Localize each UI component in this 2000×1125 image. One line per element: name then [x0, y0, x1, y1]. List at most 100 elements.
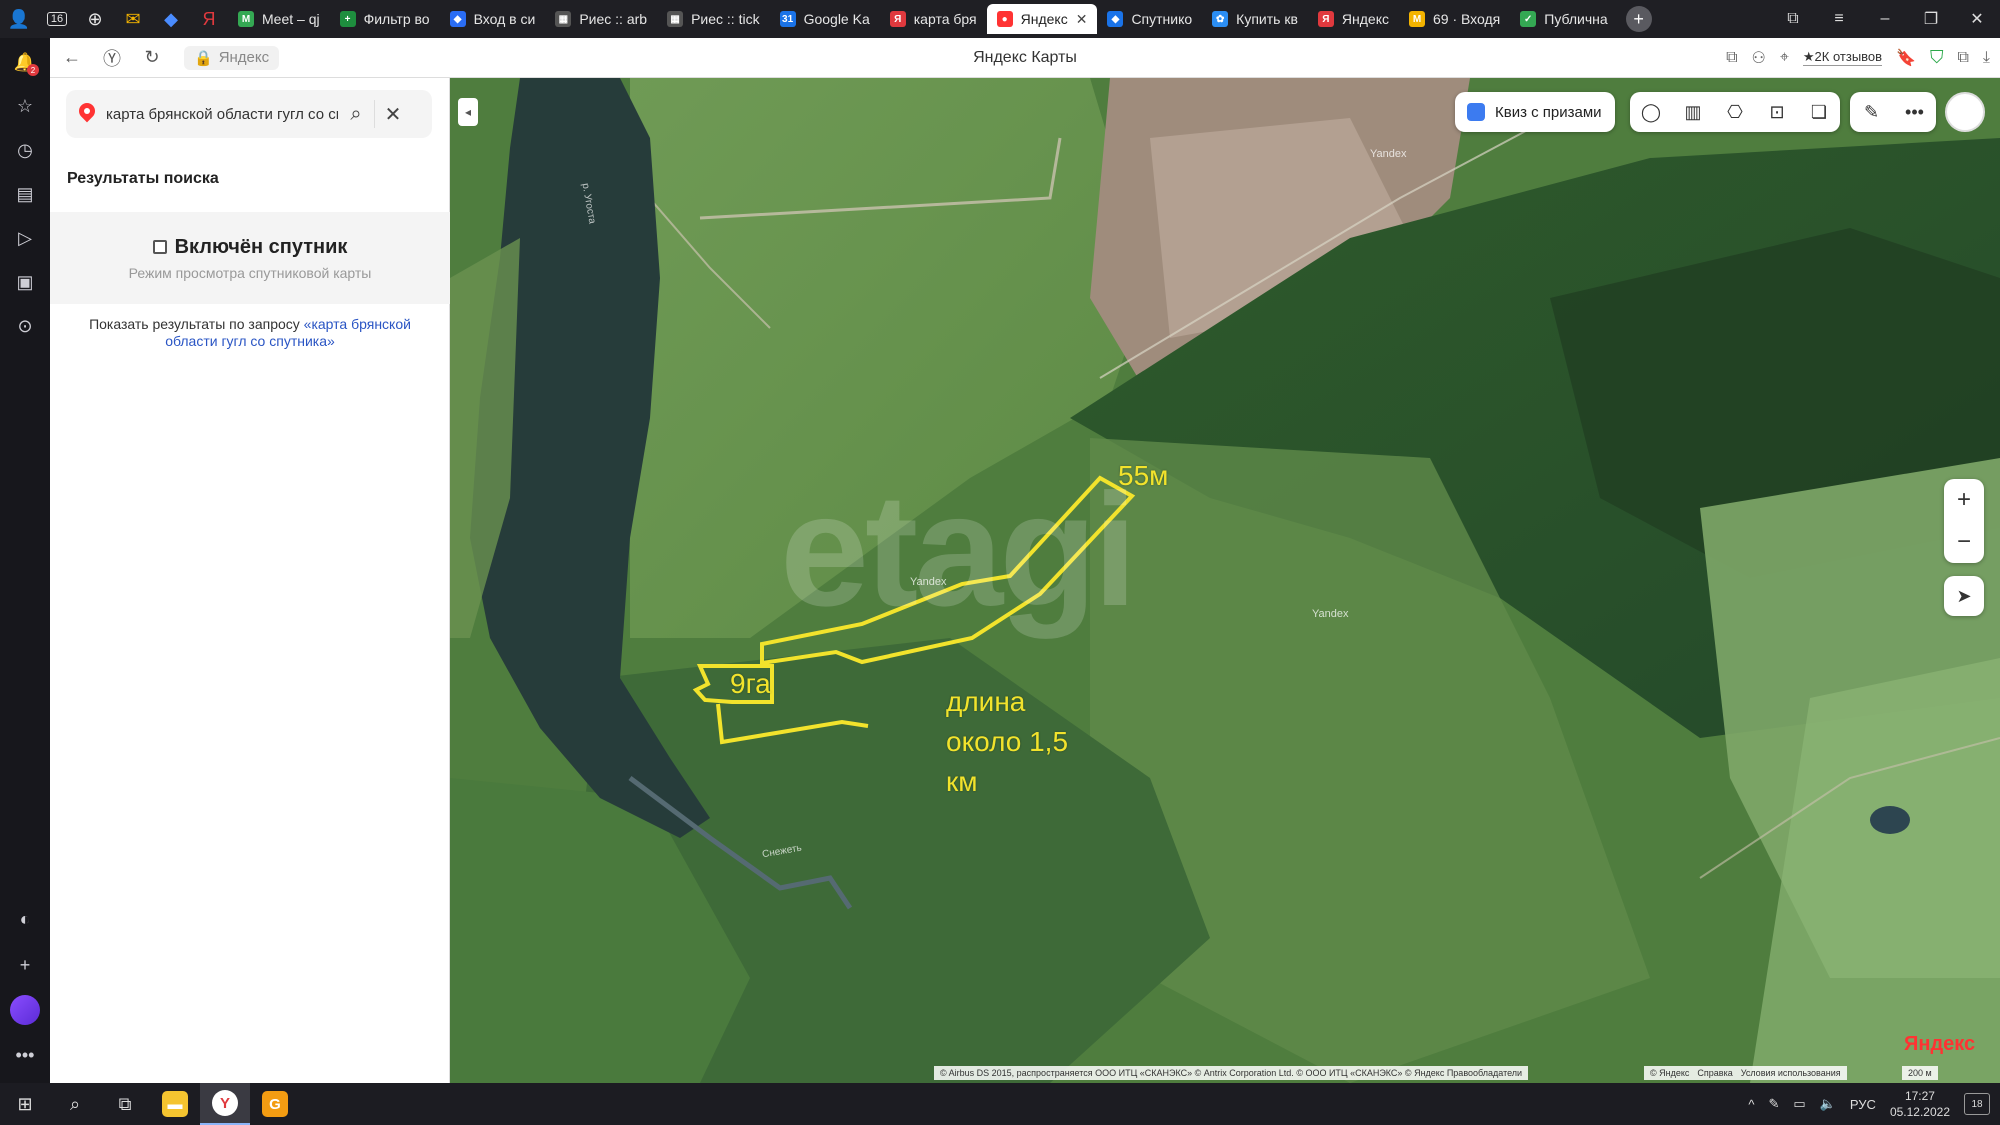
- restore-button[interactable]: ❐: [1908, 0, 1954, 38]
- play-icon[interactable]: ▷: [9, 222, 41, 254]
- browser-tab[interactable]: ▦ Риес :: arb: [545, 4, 657, 34]
- tab-label: Яндекс: [1020, 11, 1068, 27]
- download-icon[interactable]: ⤓: [1983, 49, 1990, 67]
- close-window-button[interactable]: ✕: [1954, 0, 2000, 38]
- tab-counter[interactable]: 16: [38, 0, 76, 38]
- bookmark-icon[interactable]: 🔖: [1896, 48, 1916, 68]
- clear-search-button[interactable]: ✕: [375, 96, 411, 132]
- notifications-button[interactable]: 18: [1964, 1093, 1990, 1115]
- browser-tab[interactable]: Якарта бря: [880, 4, 987, 34]
- globe-icon[interactable]: ◯: [1639, 100, 1663, 124]
- bookmarks-icon[interactable]: ⧉: [1770, 0, 1816, 38]
- browser-tab[interactable]: ◆ Вход в си: [440, 4, 546, 34]
- language-indicator[interactable]: РУС: [1850, 1097, 1876, 1112]
- screenshot-icon[interactable]: ⊙: [9, 310, 41, 342]
- network-icon[interactable]: ▭: [1793, 1096, 1805, 1112]
- location-icon[interactable]: ⌖: [1780, 49, 1789, 67]
- more-icon[interactable]: •••: [1903, 100, 1927, 124]
- tab-favicon-icon: ◆: [449, 11, 466, 27]
- reload-button[interactable]: ↻: [134, 40, 170, 76]
- extension-icon[interactable]: ⚇: [1752, 48, 1766, 68]
- clock[interactable]: 17:27 05.12.2022: [1890, 1088, 1950, 1120]
- collections-icon[interactable]: ⧉: [1957, 49, 1968, 67]
- back-button[interactable]: ←: [54, 40, 90, 76]
- user-avatar[interactable]: [1945, 92, 1985, 132]
- tab-favicon-icon: ●: [996, 11, 1013, 27]
- zoom-in-button[interactable]: +: [1944, 479, 1984, 521]
- browser-tab[interactable]: M 69 · Входя: [1399, 4, 1510, 34]
- tab-label: Meet – qj: [262, 11, 320, 27]
- pen-icon[interactable]: ✎: [1769, 1096, 1780, 1112]
- windows-start-icon[interactable]: ⊞: [0, 1083, 50, 1125]
- add-icon[interactable]: +: [9, 949, 41, 981]
- task-view-icon[interactable]: ⧉: [100, 1083, 150, 1125]
- browser-tab[interactable]: Я Яндекс: [1308, 4, 1399, 34]
- shield-tab-icon[interactable]: ◆: [152, 0, 190, 38]
- translate-icon[interactable]: ⧉: [1726, 49, 1737, 67]
- history-icon[interactable]: ◷: [9, 134, 41, 166]
- search-icon[interactable]: ⌕: [50, 1083, 100, 1125]
- browser-tab[interactable]: ● Яндекс ✕: [986, 4, 1098, 34]
- gmail-tab-icon[interactable]: ✉: [114, 0, 152, 38]
- yandex-watermark: Yandex: [1370, 148, 1407, 160]
- browser-tab[interactable]: + Фильтр во: [330, 4, 440, 34]
- new-tab-button[interactable]: +: [1625, 6, 1652, 32]
- site-chip[interactable]: 🔒 Яндекс: [184, 45, 280, 70]
- browser-tab[interactable]: 31 Google Ka: [770, 4, 880, 34]
- camera-icon[interactable]: ⎔: [1723, 100, 1747, 124]
- reviews-link[interactable]: ★2К отзывов: [1802, 49, 1883, 66]
- tab-label: Вход в си: [473, 11, 536, 27]
- tab-favicon-icon: Я: [889, 11, 906, 27]
- tray-chevron-icon[interactable]: ^: [1748, 1097, 1754, 1112]
- yandex-browser-app[interactable]: Y: [200, 1083, 250, 1125]
- zoom-out-button[interactable]: −: [1944, 521, 1984, 563]
- close-tab-icon[interactable]: ✕: [1076, 11, 1088, 28]
- terms-link[interactable]: Условия использования: [1741, 1068, 1841, 1078]
- new-tab-group-icon[interactable]: ⊕: [76, 0, 114, 38]
- more-icon[interactable]: •••: [9, 1039, 41, 1071]
- minimize-button[interactable]: –: [1862, 0, 1908, 38]
- toggle-icon[interactable]: ◐: [9, 903, 41, 935]
- layers-icon[interactable]: ❏: [1807, 100, 1831, 124]
- tab-favicon-icon: M: [1408, 11, 1425, 27]
- yandex-logo-text: Яндекс: [1904, 1033, 1976, 1055]
- site-chip-label: Яндекс: [218, 49, 270, 66]
- orange-app[interactable]: G: [250, 1083, 300, 1125]
- search-input[interactable]: [106, 105, 338, 123]
- yandex-tab-icon[interactable]: Я: [190, 0, 228, 38]
- satellite-map[interactable]: Yandex Yandex Yandex р. Угоста Снежеть e…: [450, 78, 2000, 1083]
- tab-favicon-icon: +: [339, 11, 356, 27]
- browser-tab[interactable]: ✓ Публична: [1510, 4, 1617, 34]
- collections-icon[interactable]: ▤: [9, 178, 41, 210]
- clock-date: 05.12.2022: [1889, 1105, 1950, 1119]
- tab-label: Риес :: tick: [691, 11, 760, 27]
- browser-tab[interactable]: ◆ Спутнико: [1097, 4, 1202, 34]
- protect-shield-icon[interactable]: ⛉: [1930, 47, 1944, 68]
- yandex-home-icon[interactable]: Ⓨ: [94, 40, 130, 76]
- profile-icon[interactable]: 👤: [0, 0, 38, 38]
- satellite-imagery: [450, 78, 2000, 1083]
- map-layers-icon[interactable]: ▥: [1681, 100, 1705, 124]
- help-link[interactable]: Справка: [1697, 1068, 1732, 1078]
- calendar-icon[interactable]: ▣: [9, 266, 41, 298]
- locate-me-button[interactable]: ➤: [1944, 576, 1984, 616]
- menu-icon[interactable]: ≡: [1816, 0, 1862, 38]
- search-panel: ⌕ ✕ Результаты поиска Включён спутник Ре…: [50, 78, 450, 1083]
- tab-favicon-icon: ✿: [1212, 11, 1229, 27]
- ruler-icon[interactable]: ✎: [1860, 100, 1884, 124]
- transit-icon[interactable]: ⊡: [1765, 100, 1789, 124]
- alice-assistant-icon[interactable]: [10, 995, 40, 1025]
- browser-tab[interactable]: ▦ Риес :: tick: [657, 4, 770, 34]
- tab-favicon-icon: ◆: [1107, 11, 1124, 27]
- collapse-panel-button[interactable]: ◂: [458, 98, 478, 126]
- file-explorer-app[interactable]: ▬: [150, 1083, 200, 1125]
- bell-icon[interactable]: 🔔 2: [9, 46, 41, 78]
- browser-tab[interactable]: ✿ Купить кв: [1202, 4, 1308, 34]
- tab-favicon-icon: M: [238, 11, 254, 27]
- quiz-button[interactable]: Квиз с призами: [1455, 92, 1615, 132]
- search-icon[interactable]: ⌕: [338, 96, 374, 132]
- browser-tab[interactable]: M Meet – qj: [228, 4, 330, 34]
- star-icon[interactable]: ☆: [9, 90, 41, 122]
- volume-icon[interactable]: 🔈: [1820, 1096, 1836, 1112]
- tab-label: Спутнико: [1131, 11, 1193, 27]
